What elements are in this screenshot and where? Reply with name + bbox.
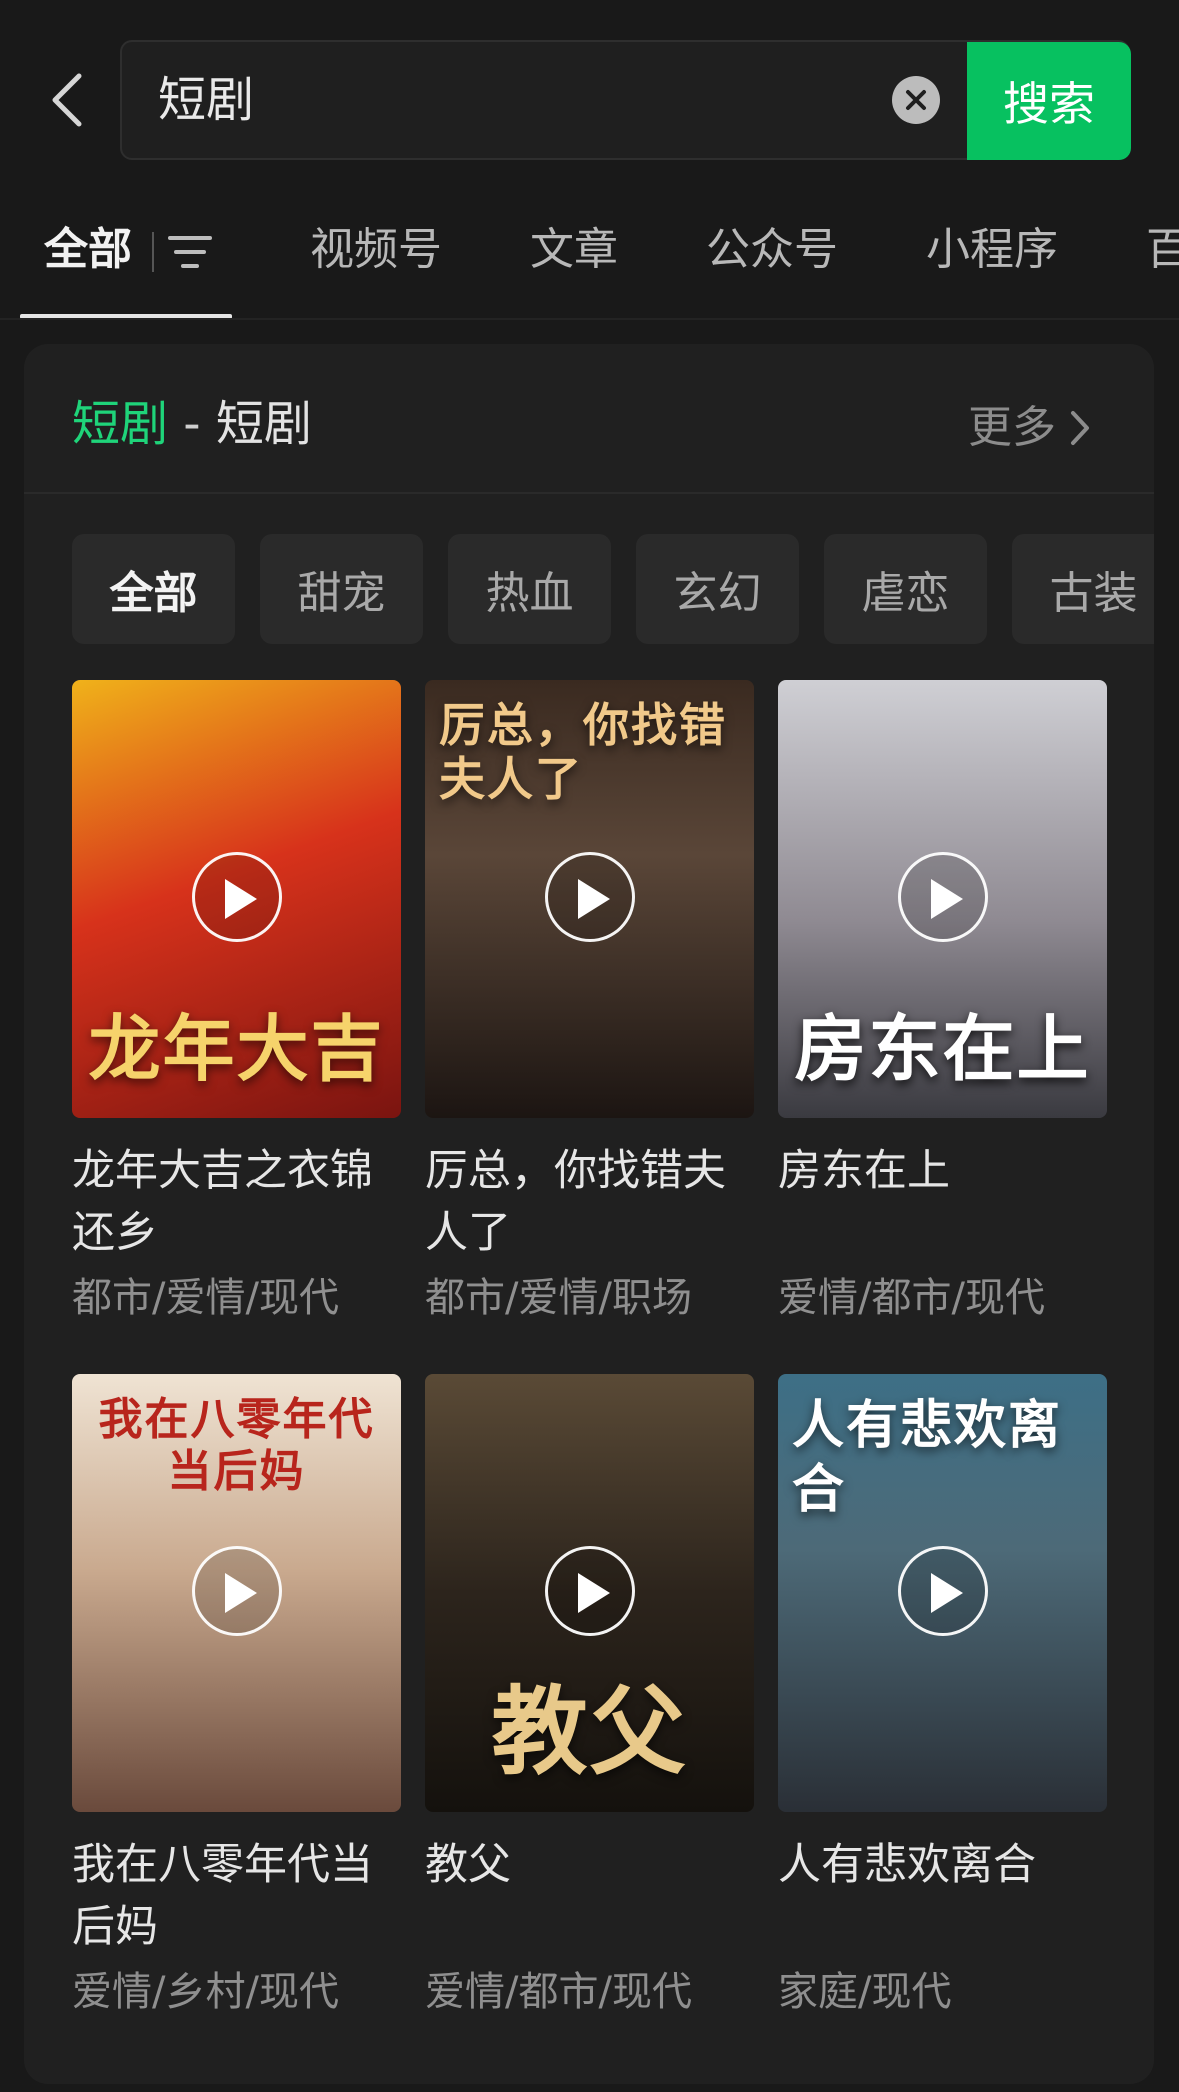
- poster-title: 龙年大吉: [88, 1006, 385, 1091]
- drama-title: 人有悲欢离合: [778, 1840, 1036, 1890]
- drama-title: 厉总，你找错夫人了: [425, 1146, 726, 1258]
- close-icon: [906, 90, 926, 110]
- category-chips: 全部 甜宠 热血 玄幻 虐恋 古装: [24, 534, 1154, 646]
- card-title-category: 短剧: [72, 396, 169, 452]
- more-label: 更多: [968, 402, 1056, 453]
- drama-item[interactable]: 房东在上 房东在上 爱情/都市/现代: [778, 680, 1107, 1326]
- card-header: 短剧 - 短剧 更多: [24, 344, 1154, 494]
- play-icon[interactable]: [898, 852, 988, 942]
- drama-item[interactable]: 厉总，你找错夫人了 厉总，你找错夫人了 都市/爱情/职场: [425, 680, 754, 1326]
- divider: [0, 318, 1179, 320]
- drama-poster[interactable]: 我在八零年代当后妈: [72, 1374, 401, 1812]
- play-icon[interactable]: [545, 852, 635, 942]
- play-icon[interactable]: [545, 1546, 635, 1636]
- drama-poster[interactable]: 人有悲欢离合: [778, 1374, 1107, 1812]
- chip-all[interactable]: 全部: [72, 534, 235, 644]
- poster-title: 教父: [491, 1675, 688, 1788]
- drama-tags: 家庭/现代: [778, 1969, 952, 2015]
- tab-articles[interactable]: 文章: [530, 220, 618, 280]
- filter-icon[interactable]: [168, 230, 212, 274]
- card-title: 短剧 - 短剧: [72, 394, 312, 454]
- chevron-left-icon: [52, 73, 82, 127]
- chip-angst[interactable]: 虐恋: [824, 534, 987, 644]
- chip-sweet[interactable]: 甜宠: [260, 534, 423, 644]
- drama-title: 我在八零年代当后妈: [72, 1840, 373, 1952]
- chip-costume[interactable]: 古装: [1012, 534, 1154, 644]
- drama-poster[interactable]: 龙年大吉: [72, 680, 401, 1118]
- drama-tags: 爱情/都市/现代: [425, 1969, 692, 2015]
- tab-official-accounts[interactable]: 公众号: [706, 220, 838, 280]
- poster-title: 我在八零年代当后妈: [98, 1394, 375, 1497]
- drama-item[interactable]: 人有悲欢离合 人有悲欢离合 家庭/现代: [778, 1374, 1107, 2020]
- play-icon[interactable]: [192, 852, 282, 942]
- drama-item[interactable]: 教父 教父 爱情/都市/现代: [425, 1374, 754, 2020]
- drama-poster[interactable]: 房东在上: [778, 680, 1107, 1118]
- play-icon[interactable]: [898, 1546, 988, 1636]
- drama-poster[interactable]: 教父: [425, 1374, 754, 1812]
- tab-mini-programs[interactable]: 小程序: [926, 220, 1058, 280]
- drama-item[interactable]: 龙年大吉 龙年大吉之衣锦还乡 都市/爱情/现代: [72, 680, 401, 1326]
- poster-title: 厉总，你找错夫人了: [439, 698, 727, 806]
- drama-poster[interactable]: 厉总，你找错夫人了: [425, 680, 754, 1118]
- back-button[interactable]: [44, 68, 88, 132]
- drama-tags: 爱情/都市/现代: [778, 1275, 1045, 1321]
- tab-baike[interactable]: 百: [1146, 220, 1179, 280]
- drama-title: 房东在上: [778, 1146, 950, 1196]
- more-link[interactable]: 更多: [968, 400, 1090, 456]
- chip-fantasy[interactable]: 玄幻: [636, 534, 799, 644]
- tab-divider: [152, 232, 154, 272]
- drama-tags: 爱情/乡村/现代: [72, 1969, 339, 2015]
- search-query-text: 短剧: [158, 72, 255, 128]
- drama-title: 教父: [425, 1840, 511, 1890]
- search-button[interactable]: 搜索: [967, 42, 1131, 160]
- play-icon[interactable]: [192, 1546, 282, 1636]
- chip-action[interactable]: 热血: [448, 534, 611, 644]
- tab-all[interactable]: 全部: [44, 220, 132, 280]
- poster-title: 人有悲欢离合: [792, 1395, 1063, 1520]
- drama-item[interactable]: 我在八零年代当后妈 我在八零年代当后妈 爱情/乡村/现代: [72, 1374, 401, 2020]
- tab-channels[interactable]: 视频号: [310, 220, 442, 280]
- short-drama-card: 短剧 - 短剧 更多 全部 甜宠 热血 玄幻 虐恋 古装 龙年大吉 龙年大吉之衣…: [24, 344, 1154, 2084]
- poster-title: 房东在上: [794, 1006, 1091, 1091]
- drama-title: 龙年大吉之衣锦还乡: [72, 1146, 373, 1258]
- chevron-right-icon: [1071, 411, 1089, 445]
- drama-tags: 都市/爱情/职场: [425, 1275, 692, 1321]
- drama-tags: 都市/爱情/现代: [72, 1275, 339, 1321]
- clear-search-button[interactable]: [892, 76, 940, 124]
- card-title-separator: -: [168, 396, 216, 452]
- card-title-query: 短剧: [215, 396, 312, 452]
